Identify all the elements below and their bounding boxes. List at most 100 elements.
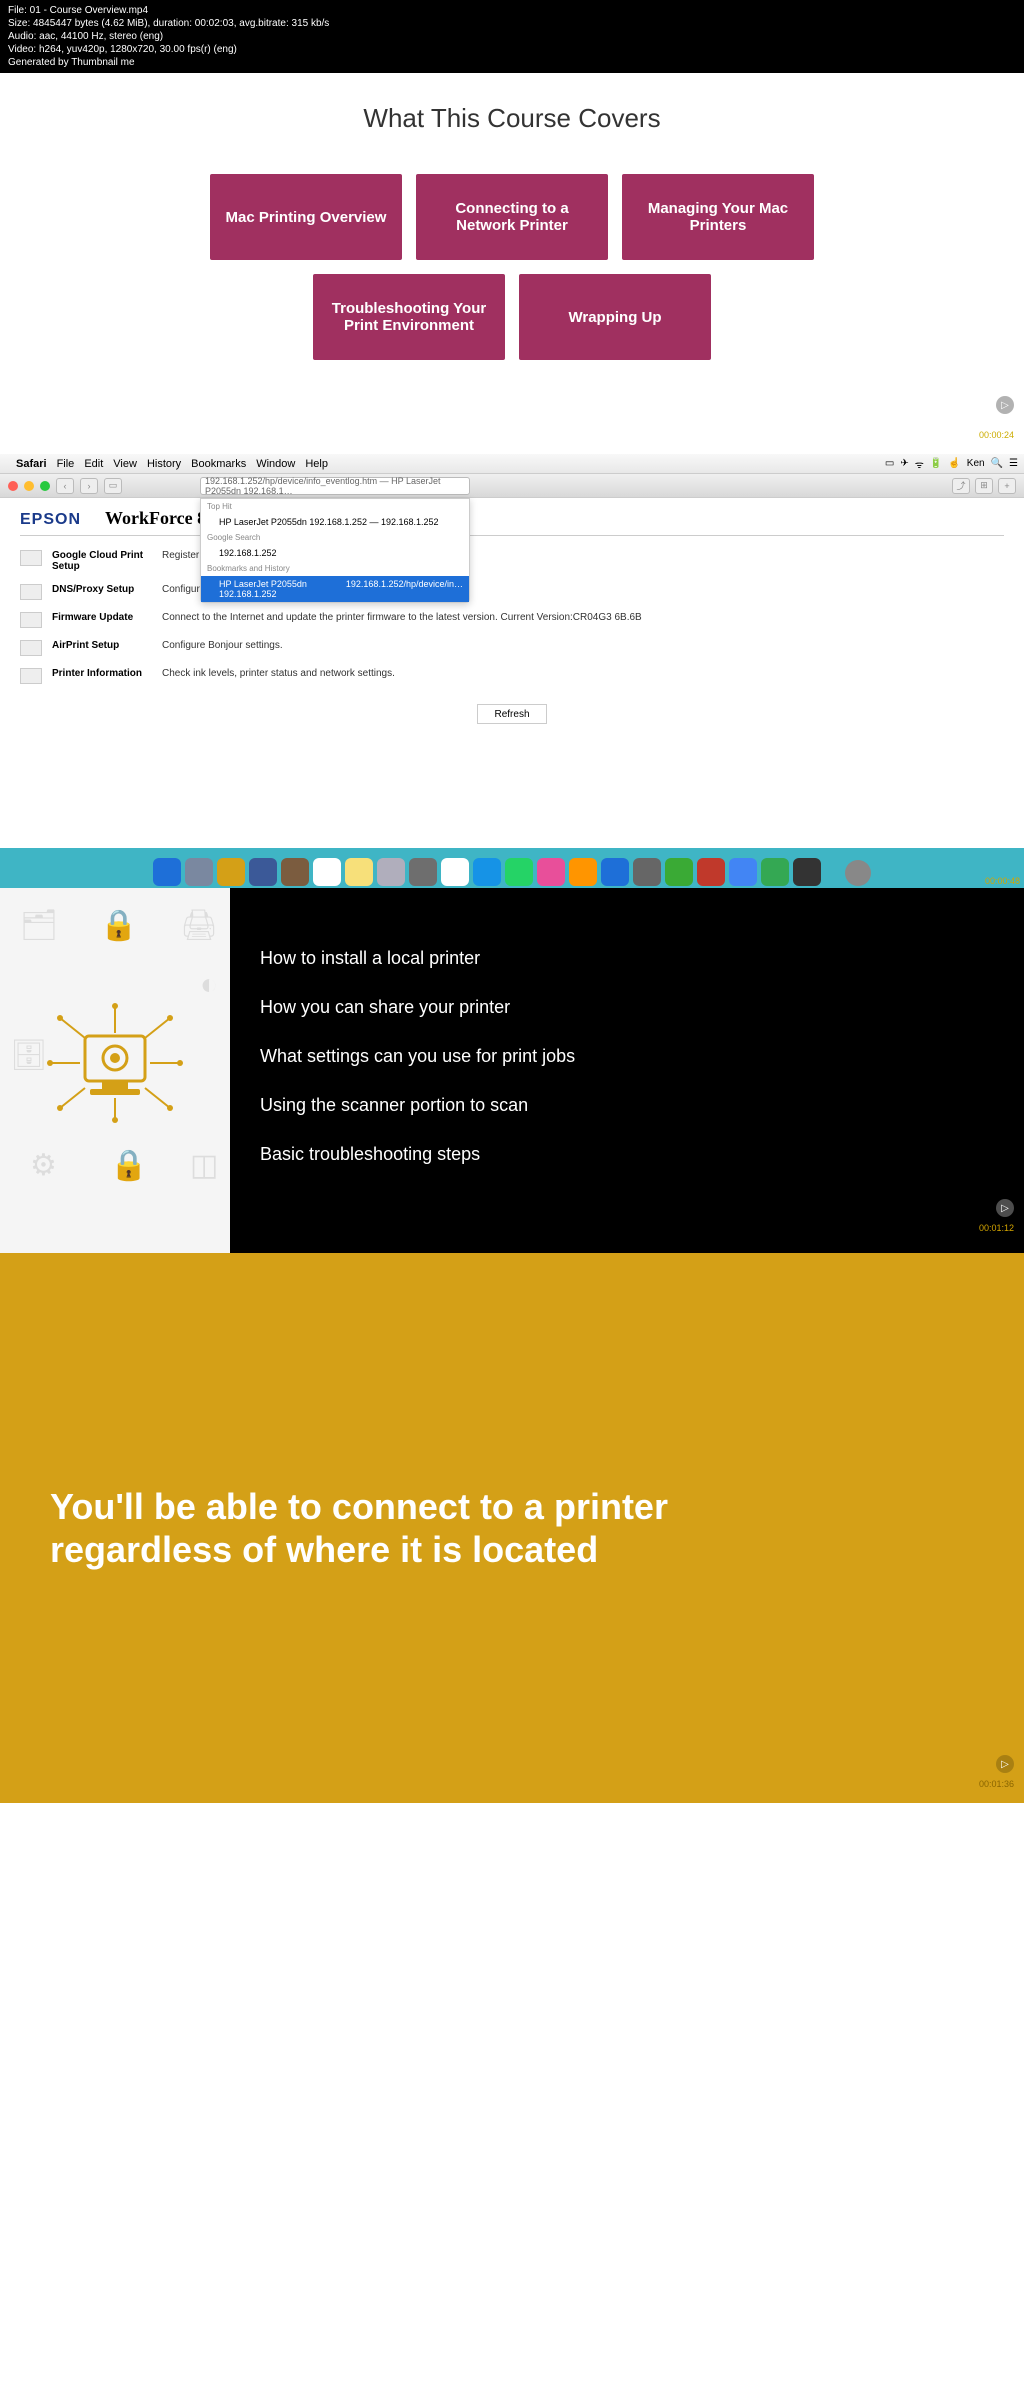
tabs-button[interactable]: ⊞ bbox=[975, 478, 993, 494]
dock-maps[interactable] bbox=[409, 858, 437, 886]
audio-line: Audio: aac, 44100 Hz, stereo (eng) bbox=[8, 30, 1016, 43]
dd-sel-left: HP LaserJet P2055dn 192.168.1.252 bbox=[219, 579, 346, 599]
dd-item-selected[interactable]: HP LaserJet P2055dn 192.168.1.252 192.16… bbox=[201, 576, 469, 602]
wifi-icon[interactable]: ᯤ bbox=[915, 457, 924, 471]
dock-app20[interactable] bbox=[761, 858, 789, 886]
cloud-print-link[interactable]: Google Cloud Print Setup bbox=[52, 550, 162, 572]
printer-info-desc: Check ink levels, printer status and net… bbox=[162, 668, 1004, 679]
menu-file[interactable]: File bbox=[57, 458, 75, 470]
bullet-settings: What settings can you use for print jobs bbox=[260, 1046, 994, 1067]
dock-ibooks[interactable] bbox=[569, 858, 597, 886]
dock-finder[interactable] bbox=[153, 858, 181, 886]
refresh-button[interactable]: Refresh bbox=[477, 704, 547, 724]
menu-help[interactable]: Help bbox=[305, 458, 328, 470]
yellow-slide: You'll be able to connect to a printer r… bbox=[0, 1253, 1024, 1803]
share-button[interactable]: ⤴ bbox=[952, 478, 970, 494]
dock-safari[interactable] bbox=[185, 858, 213, 886]
timestamp: 00:01:12 bbox=[979, 1223, 1014, 1233]
back-button[interactable]: ‹ bbox=[56, 478, 74, 494]
menu-window[interactable]: Window bbox=[256, 458, 295, 470]
play-icon[interactable] bbox=[996, 396, 1014, 414]
tile-connecting: Connecting to a Network Printer bbox=[416, 174, 608, 260]
url-suggestions-dropdown: Top Hit HP LaserJet P2055dn 192.168.1.25… bbox=[200, 498, 470, 603]
dock-app3[interactable] bbox=[217, 858, 245, 886]
address-bar[interactable]: 192.168.1.252/hp/device/info_eventlog.ht… bbox=[200, 477, 470, 495]
printer-info-link[interactable]: Printer Information bbox=[52, 668, 162, 679]
video-line: Video: h264, yuv420p, 1280x720, 30.00 fp… bbox=[8, 43, 1016, 56]
dark-bullets-thumb: 00:00:48 🗂 🔒 🖨 ◐ 🗄 ⚙ 🔒 ◫ bbox=[0, 848, 1024, 1253]
minimize-window[interactable] bbox=[24, 481, 34, 491]
timestamp: 00:01:36 bbox=[979, 1779, 1014, 1789]
printer-info-icon bbox=[20, 668, 42, 684]
dock-chrome[interactable] bbox=[729, 858, 757, 886]
bullet-install: How to install a local printer bbox=[260, 948, 994, 969]
sidebar-button[interactable]: ▭ bbox=[104, 478, 122, 494]
tile-managing: Managing Your Mac Printers bbox=[622, 174, 814, 260]
gen-line: Generated by Thumbnail me bbox=[8, 56, 1016, 69]
menu-icon[interactable]: ☰ bbox=[1009, 458, 1018, 469]
dns-icon bbox=[20, 584, 42, 600]
dd-label-tophit: Top Hit bbox=[201, 499, 469, 514]
epson-logo: EPSON bbox=[20, 511, 81, 529]
file-line: File: 01 - Course Overview.mp4 bbox=[8, 4, 1016, 17]
dock-calendar[interactable] bbox=[313, 858, 341, 886]
tile-overview: Mac Printing Overview bbox=[210, 174, 402, 260]
dock-trash[interactable] bbox=[845, 860, 871, 886]
slide-title: What This Course Covers bbox=[20, 103, 1004, 134]
airprint-desc: Configure Bonjour settings. bbox=[162, 640, 1004, 651]
video-meta-header: File: 01 - Course Overview.mp4 Size: 484… bbox=[0, 0, 1024, 73]
dock-prefs[interactable] bbox=[633, 858, 661, 886]
url-text: 192.168.1.252/hp/device/info_eventlog.ht… bbox=[205, 476, 465, 496]
dock-mail[interactable] bbox=[249, 858, 277, 886]
dock-photos[interactable] bbox=[441, 858, 469, 886]
dock-reminders[interactable] bbox=[377, 858, 405, 886]
battery-icon[interactable]: 🔋 bbox=[930, 458, 942, 469]
slide-headline: You'll be able to connect to a printer r… bbox=[50, 1485, 750, 1571]
dock-app17[interactable] bbox=[665, 858, 693, 886]
dd-item-tophit[interactable]: HP LaserJet P2055dn 192.168.1.252 — 192.… bbox=[201, 514, 469, 530]
play-icon[interactable] bbox=[996, 1199, 1014, 1217]
dock-contacts[interactable] bbox=[281, 858, 309, 886]
dns-proxy-link[interactable]: DNS/Proxy Setup bbox=[52, 584, 162, 595]
mac-dock: 00:00:48 bbox=[0, 848, 1024, 888]
firmware-icon bbox=[20, 612, 42, 628]
dock-appstore[interactable] bbox=[601, 858, 629, 886]
airprint-link[interactable]: AirPrint Setup bbox=[52, 640, 162, 651]
close-window[interactable] bbox=[8, 481, 18, 491]
menu-edit[interactable]: Edit bbox=[84, 458, 103, 470]
menu-bookmarks[interactable]: Bookmarks bbox=[191, 458, 246, 470]
timestamp: 00:00:24 bbox=[979, 430, 1014, 440]
firmware-link[interactable]: Firmware Update bbox=[52, 612, 162, 623]
play-icon[interactable] bbox=[996, 1755, 1014, 1773]
plane-icon[interactable]: ✈ bbox=[900, 458, 908, 469]
timestamp: 00:00:48 bbox=[985, 876, 1020, 886]
dock-app21[interactable] bbox=[793, 858, 821, 886]
search-icon[interactable]: 🔍 bbox=[991, 458, 1003, 469]
menu-app[interactable]: Safari bbox=[16, 458, 47, 470]
computer-gear-icon bbox=[40, 998, 190, 1128]
firmware-desc: Connect to the Internet and update the p… bbox=[162, 612, 1004, 623]
menu-view[interactable]: View bbox=[113, 458, 137, 470]
safari-epson-thumb: Safari File Edit View History Bookmarks … bbox=[0, 454, 1024, 758]
dock-facetime[interactable] bbox=[505, 858, 533, 886]
dock-messages[interactable] bbox=[473, 858, 501, 886]
forward-button[interactable]: › bbox=[80, 478, 98, 494]
dock-app18[interactable] bbox=[697, 858, 725, 886]
maximize-window[interactable] bbox=[40, 481, 50, 491]
bullet-troubleshoot: Basic troubleshooting steps bbox=[260, 1144, 994, 1165]
menu-history[interactable]: History bbox=[147, 458, 181, 470]
size-line: Size: 4845447 bytes (4.62 MiB), duration… bbox=[8, 17, 1016, 30]
airprint-icon bbox=[20, 640, 42, 656]
course-covers-slide: What This Course Covers Mac Printing Ove… bbox=[0, 73, 1024, 424]
dock-notes[interactable] bbox=[345, 858, 373, 886]
dd-label-history: Bookmarks and History bbox=[201, 561, 469, 576]
dock-itunes[interactable] bbox=[537, 858, 565, 886]
hand-icon[interactable]: ☝ bbox=[948, 458, 960, 469]
bullet-scanner: Using the scanner portion to scan bbox=[260, 1095, 994, 1116]
dd-item-google[interactable]: 192.168.1.252 bbox=[201, 545, 469, 561]
mac-menubar: Safari File Edit View History Bookmarks … bbox=[0, 454, 1024, 474]
new-tab-button[interactable]: + bbox=[998, 478, 1016, 494]
user-label[interactable]: Ken bbox=[967, 458, 985, 469]
display-icon[interactable]: ▭ bbox=[885, 458, 894, 469]
bullet-share: How you can share your printer bbox=[260, 997, 994, 1018]
